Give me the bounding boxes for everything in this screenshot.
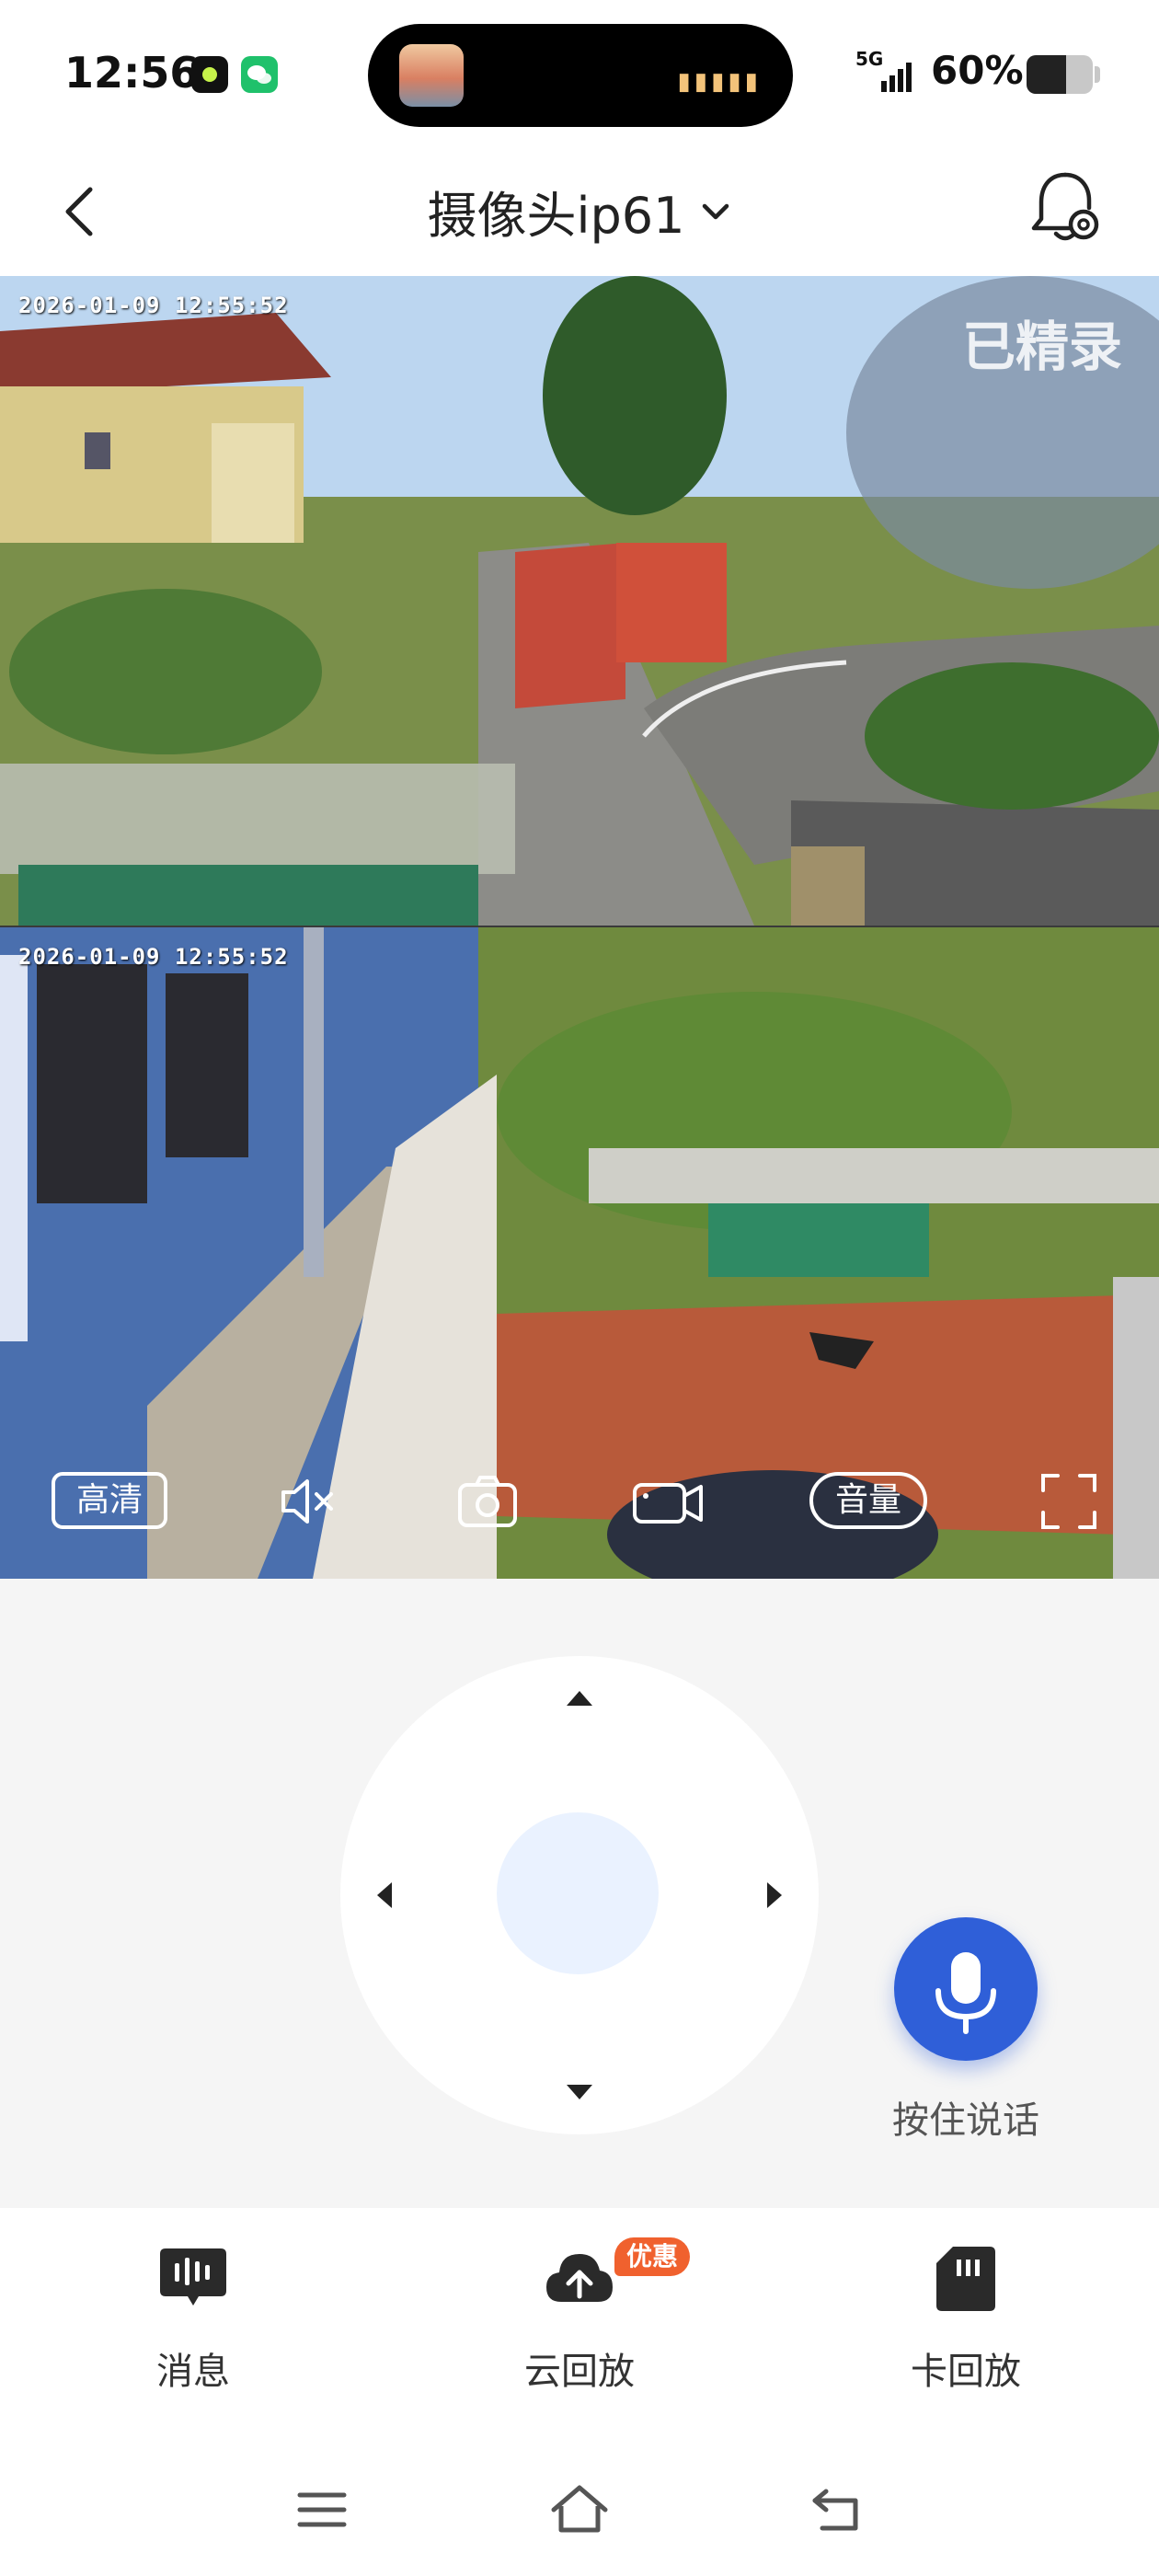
status-bar: 12:56 ▮▮▮▮▮ 5G 60% <box>0 0 1159 147</box>
wechat-icon <box>241 56 278 93</box>
battery-percent: 60% <box>931 48 1024 93</box>
camera-selector[interactable]: 摄像头ip61 <box>0 175 1159 247</box>
tab-card-playback-label: 卡回放 <box>911 2351 1021 2393</box>
dynamic-island: ▮▮▮▮▮ <box>368 24 793 127</box>
microphone-icon <box>935 1952 996 2034</box>
battery-icon <box>1027 55 1093 94</box>
video-feed[interactable]: 2026-01-09 12:55:52 已精录 2026-01-09 12:55… <box>0 276 1159 1579</box>
video-controls: 高清 音量 <box>0 276 1159 1579</box>
promo-badge: 优惠 <box>614 2237 690 2276</box>
mute-icon[interactable] <box>276 1468 342 1535</box>
pan-left-icon[interactable] <box>375 1880 394 1910</box>
fullscreen-icon[interactable] <box>1036 1468 1102 1535</box>
tab-cloud-playback-label: 云回放 <box>524 2351 635 2393</box>
push-to-talk-button[interactable] <box>894 1917 1038 2061</box>
volume-button[interactable]: 音量 <box>809 1472 927 1529</box>
push-to-talk-label: 按住说话 <box>892 2099 1039 2142</box>
status-time: 12:56 <box>64 48 200 98</box>
network-type: 5G <box>855 48 884 70</box>
music-app-icon <box>191 56 228 93</box>
home-icon[interactable] <box>548 2482 611 2536</box>
chevron-down-icon <box>702 203 729 219</box>
ptz-joystick[interactable] <box>340 1656 819 2134</box>
page-title: 摄像头ip61 <box>427 187 685 245</box>
alarm-settings-icon[interactable] <box>1028 167 1102 247</box>
message-icon <box>160 2248 226 2306</box>
pan-right-icon[interactable] <box>765 1880 784 1910</box>
bottom-bar: 消息 云回放 优惠 卡回放 <box>0 2208 1159 2576</box>
menu-icon[interactable] <box>296 2488 348 2532</box>
battery-tip <box>1095 66 1100 83</box>
ptz-center-knob[interactable] <box>497 1812 659 1974</box>
tab-messages[interactable]: 消息 <box>55 2208 331 2429</box>
tab-card-playback[interactable]: 卡回放 <box>828 2208 1104 2429</box>
signal-icon <box>881 63 912 92</box>
snapshot-camera-icon[interactable] <box>454 1468 521 1535</box>
record-video-icon[interactable] <box>631 1468 705 1535</box>
media-thumbnail <box>399 44 464 107</box>
audio-wave-icon: ▮▮▮▮▮ <box>677 68 762 96</box>
tab-messages-label: 消息 <box>156 2351 230 2393</box>
quality-toggle[interactable]: 高清 <box>52 1472 167 1529</box>
back-nav-icon[interactable] <box>809 2486 865 2534</box>
pan-down-icon[interactable] <box>565 2083 594 2101</box>
sd-card-icon <box>936 2247 995 2311</box>
pan-up-icon[interactable] <box>565 1689 594 1708</box>
header: 摄像头ip61 <box>0 147 1159 276</box>
system-nav-bar <box>0 2447 1159 2576</box>
cloud-upload-icon <box>546 2254 613 2302</box>
